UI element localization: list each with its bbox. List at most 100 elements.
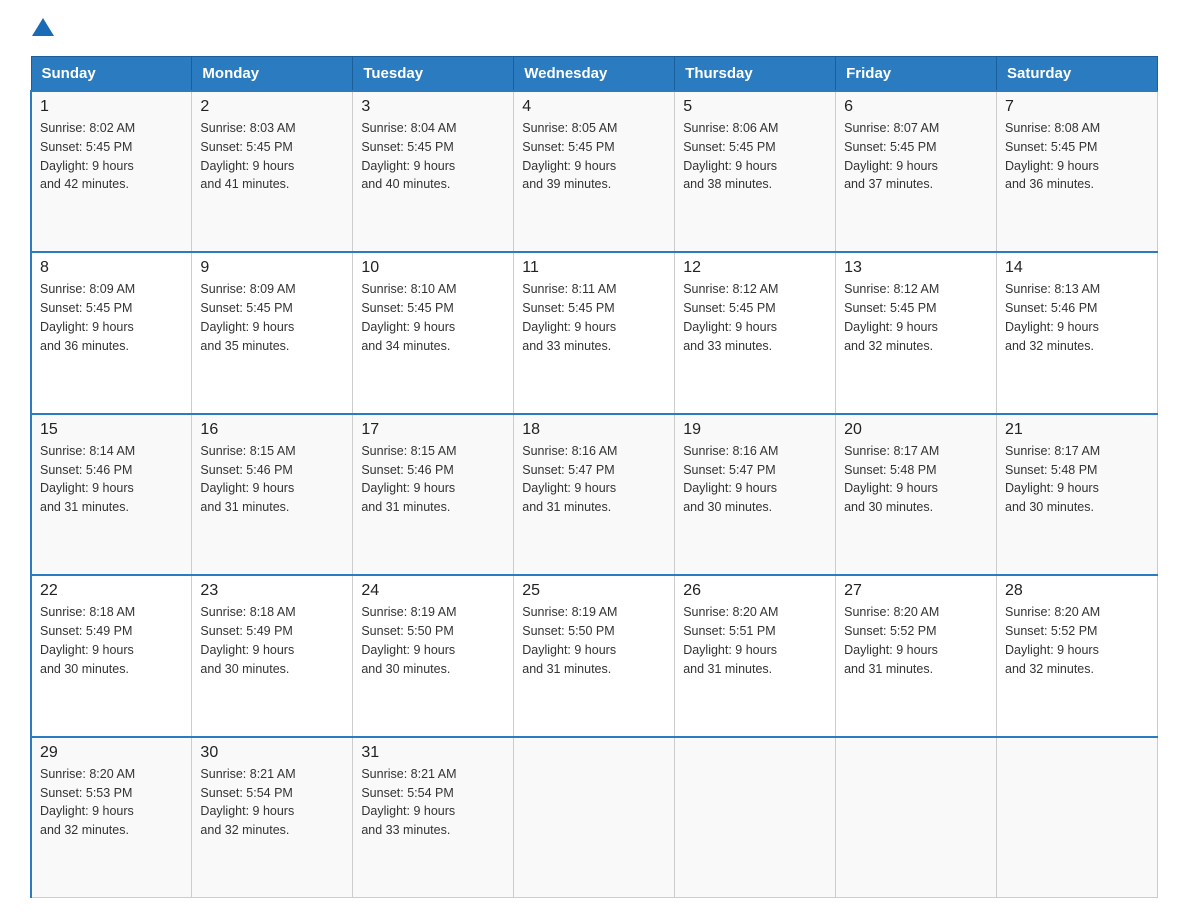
day-number: 30 bbox=[200, 744, 344, 762]
day-cell-16: 16 Sunrise: 8:15 AM Sunset: 5:46 PM Dayl… bbox=[192, 414, 353, 575]
day-number: 13 bbox=[844, 259, 988, 277]
day-number: 5 bbox=[683, 98, 827, 116]
day-cell-11: 11 Sunrise: 8:11 AM Sunset: 5:45 PM Dayl… bbox=[514, 252, 675, 413]
day-info: Sunrise: 8:18 AM Sunset: 5:49 PM Dayligh… bbox=[200, 603, 344, 678]
day-cell-7: 7 Sunrise: 8:08 AM Sunset: 5:45 PM Dayli… bbox=[997, 91, 1158, 252]
day-number: 14 bbox=[1005, 259, 1149, 277]
day-cell-2: 2 Sunrise: 8:03 AM Sunset: 5:45 PM Dayli… bbox=[192, 91, 353, 252]
day-number: 12 bbox=[683, 259, 827, 277]
day-cell-9: 9 Sunrise: 8:09 AM Sunset: 5:45 PM Dayli… bbox=[192, 252, 353, 413]
day-info: Sunrise: 8:08 AM Sunset: 5:45 PM Dayligh… bbox=[1005, 119, 1149, 194]
day-info: Sunrise: 8:14 AM Sunset: 5:46 PM Dayligh… bbox=[40, 442, 183, 517]
day-cell-19: 19 Sunrise: 8:16 AM Sunset: 5:47 PM Dayl… bbox=[675, 414, 836, 575]
weekday-header-tuesday: Tuesday bbox=[353, 57, 514, 92]
weekday-header-wednesday: Wednesday bbox=[514, 57, 675, 92]
day-number: 18 bbox=[522, 421, 666, 439]
day-cell-31: 31 Sunrise: 8:21 AM Sunset: 5:54 PM Dayl… bbox=[353, 737, 514, 898]
day-number: 26 bbox=[683, 582, 827, 600]
logo bbox=[30, 20, 54, 38]
day-info: Sunrise: 8:21 AM Sunset: 5:54 PM Dayligh… bbox=[361, 765, 505, 840]
day-cell-14: 14 Sunrise: 8:13 AM Sunset: 5:46 PM Dayl… bbox=[997, 252, 1158, 413]
day-info: Sunrise: 8:09 AM Sunset: 5:45 PM Dayligh… bbox=[40, 280, 183, 355]
empty-cell bbox=[836, 737, 997, 898]
day-cell-6: 6 Sunrise: 8:07 AM Sunset: 5:45 PM Dayli… bbox=[836, 91, 997, 252]
page: SundayMondayTuesdayWednesdayThursdayFrid… bbox=[0, 0, 1188, 918]
day-number: 1 bbox=[40, 98, 183, 116]
day-info: Sunrise: 8:17 AM Sunset: 5:48 PM Dayligh… bbox=[1005, 442, 1149, 517]
day-cell-28: 28 Sunrise: 8:20 AM Sunset: 5:52 PM Dayl… bbox=[997, 575, 1158, 736]
day-number: 16 bbox=[200, 421, 344, 439]
weekday-header-saturday: Saturday bbox=[997, 57, 1158, 92]
week-row-5: 29 Sunrise: 8:20 AM Sunset: 5:53 PM Dayl… bbox=[31, 737, 1158, 898]
day-cell-24: 24 Sunrise: 8:19 AM Sunset: 5:50 PM Dayl… bbox=[353, 575, 514, 736]
day-cell-25: 25 Sunrise: 8:19 AM Sunset: 5:50 PM Dayl… bbox=[514, 575, 675, 736]
day-cell-18: 18 Sunrise: 8:16 AM Sunset: 5:47 PM Dayl… bbox=[514, 414, 675, 575]
day-info: Sunrise: 8:20 AM Sunset: 5:52 PM Dayligh… bbox=[844, 603, 988, 678]
day-info: Sunrise: 8:03 AM Sunset: 5:45 PM Dayligh… bbox=[200, 119, 344, 194]
empty-cell bbox=[514, 737, 675, 898]
weekday-header-thursday: Thursday bbox=[675, 57, 836, 92]
day-number: 31 bbox=[361, 744, 505, 762]
day-cell-27: 27 Sunrise: 8:20 AM Sunset: 5:52 PM Dayl… bbox=[836, 575, 997, 736]
day-info: Sunrise: 8:20 AM Sunset: 5:51 PM Dayligh… bbox=[683, 603, 827, 678]
day-number: 20 bbox=[844, 421, 988, 439]
day-cell-10: 10 Sunrise: 8:10 AM Sunset: 5:45 PM Dayl… bbox=[353, 252, 514, 413]
week-row-3: 15 Sunrise: 8:14 AM Sunset: 5:46 PM Dayl… bbox=[31, 414, 1158, 575]
day-info: Sunrise: 8:04 AM Sunset: 5:45 PM Dayligh… bbox=[361, 119, 505, 194]
day-info: Sunrise: 8:11 AM Sunset: 5:45 PM Dayligh… bbox=[522, 280, 666, 355]
day-info: Sunrise: 8:16 AM Sunset: 5:47 PM Dayligh… bbox=[683, 442, 827, 517]
day-number: 22 bbox=[40, 582, 183, 600]
day-cell-30: 30 Sunrise: 8:21 AM Sunset: 5:54 PM Dayl… bbox=[192, 737, 353, 898]
day-info: Sunrise: 8:06 AM Sunset: 5:45 PM Dayligh… bbox=[683, 119, 827, 194]
day-info: Sunrise: 8:13 AM Sunset: 5:46 PM Dayligh… bbox=[1005, 280, 1149, 355]
day-cell-22: 22 Sunrise: 8:18 AM Sunset: 5:49 PM Dayl… bbox=[31, 575, 192, 736]
day-cell-17: 17 Sunrise: 8:15 AM Sunset: 5:46 PM Dayl… bbox=[353, 414, 514, 575]
day-number: 29 bbox=[40, 744, 183, 762]
logo-triangle-icon bbox=[32, 16, 54, 38]
week-row-2: 8 Sunrise: 8:09 AM Sunset: 5:45 PM Dayli… bbox=[31, 252, 1158, 413]
day-info: Sunrise: 8:15 AM Sunset: 5:46 PM Dayligh… bbox=[200, 442, 344, 517]
day-number: 23 bbox=[200, 582, 344, 600]
weekday-header-monday: Monday bbox=[192, 57, 353, 92]
day-info: Sunrise: 8:10 AM Sunset: 5:45 PM Dayligh… bbox=[361, 280, 505, 355]
day-number: 28 bbox=[1005, 582, 1149, 600]
day-cell-15: 15 Sunrise: 8:14 AM Sunset: 5:46 PM Dayl… bbox=[31, 414, 192, 575]
day-info: Sunrise: 8:12 AM Sunset: 5:45 PM Dayligh… bbox=[683, 280, 827, 355]
day-cell-26: 26 Sunrise: 8:20 AM Sunset: 5:51 PM Dayl… bbox=[675, 575, 836, 736]
day-info: Sunrise: 8:09 AM Sunset: 5:45 PM Dayligh… bbox=[200, 280, 344, 355]
day-number: 27 bbox=[844, 582, 988, 600]
calendar-table: SundayMondayTuesdayWednesdayThursdayFrid… bbox=[30, 56, 1158, 898]
empty-cell bbox=[997, 737, 1158, 898]
weekday-header-sunday: Sunday bbox=[31, 57, 192, 92]
day-number: 24 bbox=[361, 582, 505, 600]
day-info: Sunrise: 8:17 AM Sunset: 5:48 PM Dayligh… bbox=[844, 442, 988, 517]
day-cell-20: 20 Sunrise: 8:17 AM Sunset: 5:48 PM Dayl… bbox=[836, 414, 997, 575]
day-number: 7 bbox=[1005, 98, 1149, 116]
day-number: 10 bbox=[361, 259, 505, 277]
day-number: 8 bbox=[40, 259, 183, 277]
day-info: Sunrise: 8:05 AM Sunset: 5:45 PM Dayligh… bbox=[522, 119, 666, 194]
day-info: Sunrise: 8:20 AM Sunset: 5:52 PM Dayligh… bbox=[1005, 603, 1149, 678]
weekday-header-friday: Friday bbox=[836, 57, 997, 92]
day-info: Sunrise: 8:16 AM Sunset: 5:47 PM Dayligh… bbox=[522, 442, 666, 517]
day-number: 2 bbox=[200, 98, 344, 116]
week-row-4: 22 Sunrise: 8:18 AM Sunset: 5:49 PM Dayl… bbox=[31, 575, 1158, 736]
day-cell-5: 5 Sunrise: 8:06 AM Sunset: 5:45 PM Dayli… bbox=[675, 91, 836, 252]
day-info: Sunrise: 8:12 AM Sunset: 5:45 PM Dayligh… bbox=[844, 280, 988, 355]
day-number: 21 bbox=[1005, 421, 1149, 439]
day-info: Sunrise: 8:20 AM Sunset: 5:53 PM Dayligh… bbox=[40, 765, 183, 840]
day-number: 19 bbox=[683, 421, 827, 439]
day-number: 17 bbox=[361, 421, 505, 439]
day-cell-3: 3 Sunrise: 8:04 AM Sunset: 5:45 PM Dayli… bbox=[353, 91, 514, 252]
day-number: 11 bbox=[522, 259, 666, 277]
day-info: Sunrise: 8:18 AM Sunset: 5:49 PM Dayligh… bbox=[40, 603, 183, 678]
header bbox=[30, 20, 1158, 38]
day-number: 9 bbox=[200, 259, 344, 277]
day-info: Sunrise: 8:07 AM Sunset: 5:45 PM Dayligh… bbox=[844, 119, 988, 194]
day-info: Sunrise: 8:15 AM Sunset: 5:46 PM Dayligh… bbox=[361, 442, 505, 517]
day-info: Sunrise: 8:19 AM Sunset: 5:50 PM Dayligh… bbox=[361, 603, 505, 678]
day-cell-4: 4 Sunrise: 8:05 AM Sunset: 5:45 PM Dayli… bbox=[514, 91, 675, 252]
week-row-1: 1 Sunrise: 8:02 AM Sunset: 5:45 PM Dayli… bbox=[31, 91, 1158, 252]
day-cell-1: 1 Sunrise: 8:02 AM Sunset: 5:45 PM Dayli… bbox=[31, 91, 192, 252]
weekday-header-row: SundayMondayTuesdayWednesdayThursdayFrid… bbox=[31, 57, 1158, 92]
